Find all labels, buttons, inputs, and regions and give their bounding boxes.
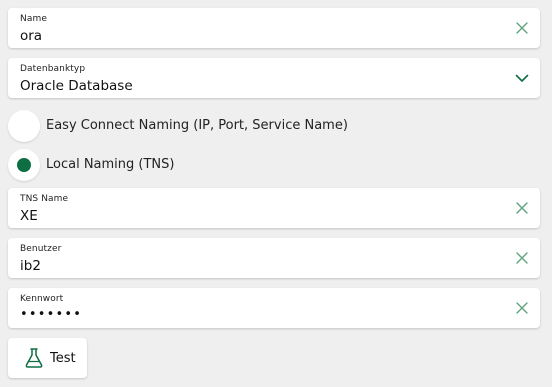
test-button-label: Test: [50, 351, 76, 366]
clear-icon[interactable]: [514, 200, 530, 216]
radio-circle[interactable]: [8, 149, 40, 181]
test-button[interactable]: Test: [8, 338, 87, 378]
radio-local-naming[interactable]: Local Naming (TNS): [8, 149, 408, 181]
tns-name-field[interactable]: TNS Name XE: [8, 188, 540, 228]
chevron-down-icon[interactable]: [514, 70, 530, 86]
flask-icon: [25, 348, 43, 368]
radio-easy-connect-label: Easy Connect Naming (IP, Port, Service N…: [46, 118, 348, 133]
name-label: Name: [20, 14, 47, 24]
name-value[interactable]: ora: [20, 28, 42, 44]
dbtype-label: Datenbanktyp: [20, 64, 86, 74]
tns-name-value[interactable]: XE: [20, 208, 38, 224]
radio-easy-connect[interactable]: Easy Connect Naming (IP, Port, Service N…: [8, 110, 408, 142]
clear-icon[interactable]: [514, 250, 530, 266]
radio-selected-dot: [17, 158, 31, 172]
dbtype-select[interactable]: Datenbanktyp Oracle Database: [8, 58, 540, 98]
clear-icon[interactable]: [514, 20, 530, 36]
user-value[interactable]: ib2: [20, 258, 41, 274]
tns-name-label: TNS Name: [20, 194, 69, 204]
password-label: Kennwort: [20, 294, 64, 304]
name-field[interactable]: Name ora: [8, 8, 540, 48]
user-field[interactable]: Benutzer ib2: [8, 238, 540, 278]
user-label: Benutzer: [20, 244, 62, 254]
clear-icon[interactable]: [514, 300, 530, 316]
radio-local-naming-label: Local Naming (TNS): [46, 157, 175, 172]
dbtype-value[interactable]: Oracle Database: [20, 78, 133, 94]
password-field[interactable]: Kennwort •••••••: [8, 288, 540, 328]
password-value[interactable]: •••••••: [20, 307, 82, 322]
radio-circle[interactable]: [8, 110, 40, 142]
